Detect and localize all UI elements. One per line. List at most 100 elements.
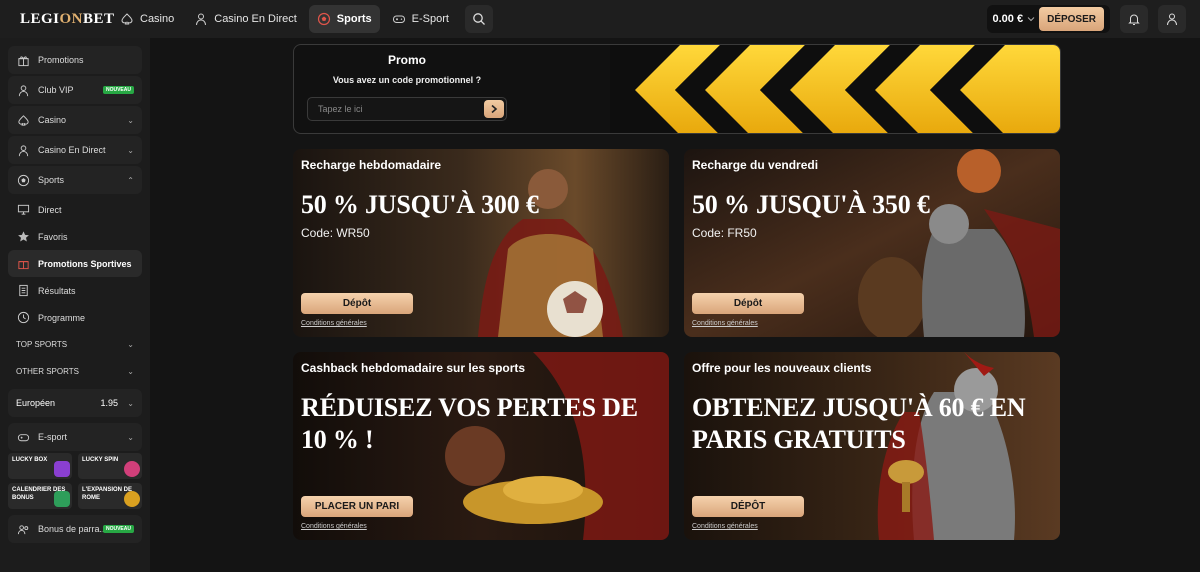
logo[interactable]: LEGIONBET: [20, 11, 114, 28]
gamepad-icon: [392, 15, 405, 23]
sidebar-item-programme[interactable]: Programme: [8, 304, 142, 331]
odds-format-label: Européen: [16, 398, 56, 408]
chevron-down-icon: ⌄: [127, 340, 134, 349]
card-terms-link[interactable]: Conditions générales: [301, 320, 367, 327]
sidebar-item-label: Direct: [38, 204, 62, 215]
football-icon: [16, 173, 30, 187]
nav-live-casino[interactable]: Casino En Direct: [186, 5, 305, 33]
sidebar-item-casino[interactable]: Casino ⌄: [8, 106, 142, 134]
card-headline: 50 % JUSQU'À 350 €: [692, 190, 930, 219]
sidebar-item-sports[interactable]: Sports ⌃: [8, 166, 142, 194]
card-headline: 50 % JUSQU'À 300 €: [301, 190, 539, 219]
chevron-pattern-graphic: [610, 45, 1060, 133]
top-bar: LEGIONBET Casino Casino En Direct Sports…: [0, 0, 1200, 38]
promo-card-weekly-cashback: Cashback hebdomadaire sur les sports RÉD…: [293, 352, 669, 540]
bell-icon: [1128, 14, 1140, 25]
promo-title: Promo: [387, 53, 426, 67]
chevron-down-icon: ⌄: [127, 115, 134, 125]
game-lucky-box[interactable]: LUCKY BOX: [8, 453, 72, 479]
card-terms-link[interactable]: Conditions générales: [692, 320, 758, 327]
balance-amount: 0.00 €: [992, 13, 1024, 25]
game-label: LUCKY SPIN: [82, 457, 119, 463]
new-badge: NOUVEAU: [102, 525, 134, 533]
card-title: Offre pour les nouveaux clients: [692, 361, 872, 375]
wheel-icon: [124, 461, 140, 477]
chevron-down-icon: ⌄: [127, 145, 134, 155]
sidebar-item-promotions[interactable]: Promotions: [8, 46, 142, 74]
card-deposit-button[interactable]: DÉPÔT: [692, 496, 804, 517]
game-expansion-rome[interactable]: L'EXPANSION DE ROME: [78, 483, 142, 509]
notifications-button[interactable]: [1120, 5, 1148, 33]
sidebar-item-label: Promotions: [38, 55, 84, 65]
chevron-down-icon: [1027, 17, 1035, 22]
list-icon: [16, 284, 30, 298]
nav-label: Casino: [140, 13, 175, 25]
nav-sports[interactable]: Sports: [308, 5, 380, 33]
promo-code-input[interactable]: Tapez le ici: [307, 97, 507, 121]
sidebar-item-label: E-sport: [38, 432, 68, 442]
dealer-icon: [196, 13, 207, 26]
chevron-down-icon: ⌄: [127, 367, 134, 376]
main-nav: Casino Casino En Direct Sports E-Sport: [112, 5, 493, 33]
card-title: Recharge du vendredi: [692, 158, 819, 172]
spade-icon: [121, 13, 133, 25]
sidebar-item-label: Club VIP: [38, 85, 74, 95]
nav-label: Casino En Direct: [214, 13, 297, 25]
chevron-down-icon: ⌄: [127, 432, 134, 442]
sidebar-item-promotions-sportives[interactable]: Promotions Sportives: [8, 250, 142, 277]
place-bet-button[interactable]: PLACER UN PARI: [301, 496, 413, 517]
sidebar-item-top-sports[interactable]: TOP SPORTS ⌄: [8, 331, 142, 358]
sidebar-item-favoris[interactable]: Favoris: [8, 223, 142, 250]
promo-card-weekly-reload: Recharge hebdomadaire 50 % JUSQU'À 300 €…: [293, 149, 669, 337]
sidebar-item-resultats[interactable]: Résultats: [8, 277, 142, 304]
mini-games-grid: LUCKY BOX LUCKY SPIN CALENDRIER DES BONU…: [8, 453, 142, 509]
game-calendrier-bonus[interactable]: CALENDRIER DES BONUS: [8, 483, 72, 509]
sidebar-item-direct[interactable]: Direct: [8, 196, 142, 223]
card-deposit-button[interactable]: Dépôt: [301, 293, 413, 314]
chevron-down-icon: ⌄: [127, 398, 134, 408]
card-terms-link[interactable]: Conditions générales: [692, 523, 758, 530]
odds-format-value: 1.95: [100, 398, 118, 408]
header-actions: 0.00 € DÉPOSER: [986, 5, 1186, 33]
account-button[interactable]: [1158, 5, 1186, 33]
sidebar-item-referral[interactable]: Bonus de parra... NOUVEAU: [8, 515, 142, 543]
game-label: LUCKY BOX: [12, 457, 48, 463]
sidebar-item-label: Résultats: [38, 285, 76, 296]
card-deposit-button[interactable]: Dépôt: [692, 293, 804, 314]
promo-code-banner: Promo Vous avez un code promotionnel ? T…: [293, 44, 1061, 134]
nav-casino[interactable]: Casino: [112, 5, 182, 33]
promo-card-new-customers: Offre pour les nouveaux clients OBTENEZ …: [684, 352, 1060, 540]
sidebar-item-label: Programme: [38, 312, 86, 323]
sidebar: Promotions Club VIP NOUVEAU Casino ⌄ Cas…: [0, 38, 150, 572]
deposit-button[interactable]: DÉPOSER: [1039, 7, 1104, 31]
sidebar-item-club-vip[interactable]: Club VIP NOUVEAU: [8, 76, 142, 104]
user-icon: [1167, 13, 1177, 26]
nav-label: E-Sport: [411, 13, 449, 25]
submit-promo-button[interactable]: [484, 100, 504, 118]
search-button[interactable]: [464, 5, 493, 33]
users-icon: [16, 522, 30, 536]
sidebar-item-live-casino[interactable]: Casino En Direct ⌄: [8, 136, 142, 164]
chevron-right-icon: [491, 104, 498, 114]
sidebar-item-label: Casino: [38, 115, 67, 125]
game-lucky-spin[interactable]: LUCKY SPIN: [78, 453, 142, 479]
sidebar-item-label: Favoris: [38, 231, 68, 242]
main-content: Promo Vous avez un code promotionnel ? T…: [150, 38, 1200, 572]
dealer-icon: [16, 143, 30, 157]
gamepad-icon: [16, 430, 30, 444]
card-headline: OBTENEZ JUSQU'À 60 € EN PARIS GRATUITS: [692, 393, 1026, 454]
sidebar-item-label: Bonus de parra...: [38, 524, 108, 534]
card-promo-code: Code: WR50: [301, 226, 370, 240]
nav-esport[interactable]: E-Sport: [384, 5, 457, 33]
spade-icon: [16, 113, 30, 127]
card-terms-link[interactable]: Conditions générales: [301, 523, 367, 530]
promo-subtitle: Vous avez un code promotionnel ?: [332, 75, 482, 85]
sidebar-item-label: TOP SPORTS: [16, 340, 68, 349]
sidebar-item-label: Casino En Direct: [38, 145, 106, 155]
sidebar-item-esport[interactable]: E-sport ⌄: [8, 423, 142, 451]
sidebar-item-other-sports[interactable]: OTHER SPORTS ⌄: [8, 358, 142, 385]
chevron-up-icon: ⌃: [127, 175, 134, 185]
odds-format-select[interactable]: Européen 1.95 ⌄: [8, 389, 142, 417]
treasure-icon: [124, 491, 140, 507]
balance-dropdown[interactable]: 0.00 € DÉPOSER: [986, 5, 1110, 33]
